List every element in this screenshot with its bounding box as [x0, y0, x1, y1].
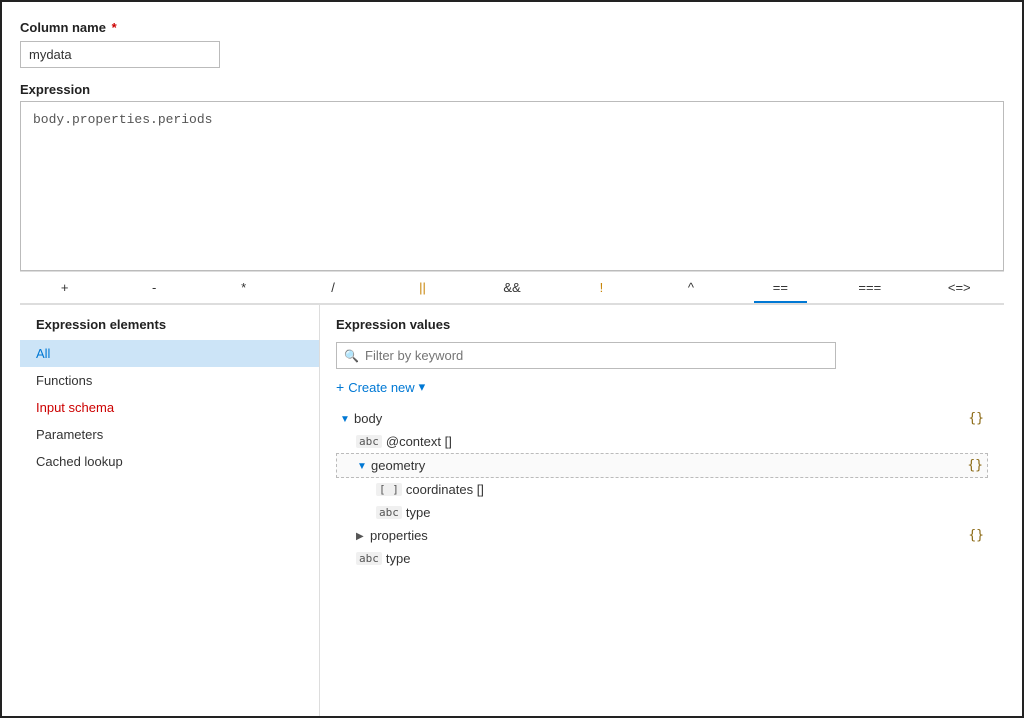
brace-icon-body: {} — [968, 411, 984, 426]
chevron-down-icon: ▾ — [419, 379, 426, 395]
bottom-section: Expression elements All Functions Input … — [20, 304, 1004, 716]
sidebar-item-cached-lookup[interactable]: Cached lookup — [20, 448, 319, 475]
expression-label: Expression — [20, 82, 1004, 97]
left-panel-title: Expression elements — [20, 317, 319, 340]
filter-input-wrap: 🔍 — [336, 342, 988, 369]
op-caret[interactable]: ^ — [646, 278, 735, 297]
chevron-right-icon-properties: ▶ — [356, 531, 366, 541]
left-panel: Expression elements All Functions Input … — [20, 305, 320, 716]
tree-row-body[interactable]: ▼ body {} — [336, 407, 988, 430]
brace-icon-geometry: {} — [967, 458, 983, 473]
operators-bar: + - * / || && ! ^ == === <=> — [20, 271, 1004, 304]
sidebar-item-all[interactable]: All — [20, 340, 319, 367]
properties-label: properties — [370, 528, 665, 543]
tree-body: ▼ body {} abc @context [] ▼ geometry {} — [336, 407, 988, 570]
op-eq[interactable]: == — [736, 278, 825, 297]
sidebar-item-parameters[interactable]: Parameters — [20, 421, 319, 448]
required-star: * — [108, 20, 117, 35]
op-not[interactable]: ! — [557, 278, 646, 297]
chevron-down-icon: ▼ — [340, 414, 350, 424]
expression-text: body.properties.periods — [33, 112, 212, 127]
column-name-section: Column name * — [20, 20, 1004, 68]
coordinates-label: coordinates [] — [406, 482, 984, 497]
create-new-button[interactable]: + Create new ▾ — [336, 379, 425, 395]
tree-row-type-geo[interactable]: abc type — [336, 501, 988, 524]
column-name-label: Column name * — [20, 20, 1004, 35]
op-or[interactable]: || — [378, 278, 467, 297]
body-label: body — [354, 411, 657, 426]
tree-row-coordinates[interactable]: [ ] coordinates [] — [336, 478, 988, 501]
create-new-label: Create new — [348, 380, 414, 395]
type-badge-abc-context: abc — [356, 435, 382, 448]
tree-row-geometry[interactable]: ▼ geometry {} — [336, 453, 988, 478]
main-container: Column name * Expression body.properties… — [2, 2, 1022, 716]
sidebar-item-functions[interactable]: Functions — [20, 367, 319, 394]
plus-icon: + — [336, 379, 344, 395]
filter-input[interactable] — [336, 342, 836, 369]
op-multiply[interactable]: * — [199, 278, 288, 297]
tree-row-type-body[interactable]: abc type — [336, 547, 988, 570]
op-plus[interactable]: + — [20, 278, 109, 297]
search-icon: 🔍 — [344, 349, 359, 363]
type-geo-label: type — [406, 505, 984, 520]
tree-row-properties[interactable]: ▶ properties {} — [336, 524, 988, 547]
op-minus[interactable]: - — [109, 278, 198, 297]
type-badge-abc-type-geo: abc — [376, 506, 402, 519]
column-name-input[interactable] — [20, 41, 220, 68]
type-badge-arr-coordinates: [ ] — [376, 483, 402, 496]
op-strict-eq[interactable]: === — [825, 278, 914, 297]
expression-box[interactable]: body.properties.periods — [20, 101, 1004, 271]
tree-row-context[interactable]: abc @context [] — [336, 430, 988, 453]
geometry-label: geometry — [371, 458, 665, 473]
op-and[interactable]: && — [467, 278, 556, 297]
type-body-label: type — [386, 551, 984, 566]
type-badge-abc-type-body: abc — [356, 552, 382, 565]
brace-icon-properties: {} — [968, 528, 984, 543]
op-neq[interactable]: <=> — [915, 278, 1004, 297]
sidebar-item-input-schema[interactable]: Input schema — [20, 394, 319, 421]
right-panel-title: Expression values — [336, 317, 988, 332]
context-label: @context [] — [386, 434, 984, 449]
chevron-down-icon-geometry: ▼ — [357, 461, 367, 471]
right-panel: Expression values 🔍 + Create new ▾ ▼ bod… — [320, 305, 1004, 716]
op-divide[interactable]: / — [288, 278, 377, 297]
